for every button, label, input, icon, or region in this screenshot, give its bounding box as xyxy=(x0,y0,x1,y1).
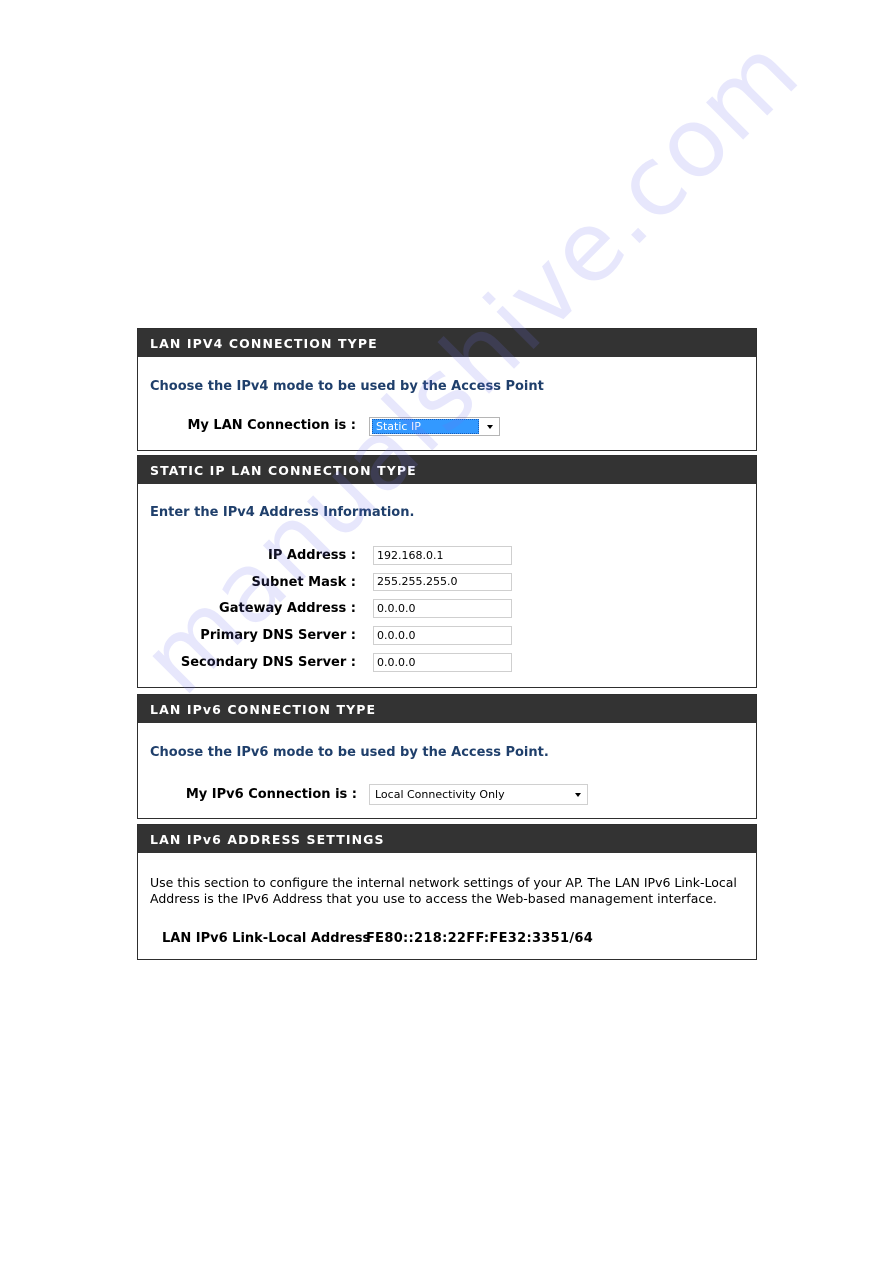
ipv6-address-description: Use this section to configure the intern… xyxy=(150,875,737,906)
ipv6-connection-selected-value: Local Connectivity Only xyxy=(375,788,505,801)
link-local-address-value: FE80::218:22FF:FE32:3351/64 xyxy=(366,931,594,946)
secondary-dns-input[interactable]: 0.0.0.0 xyxy=(373,653,512,672)
ipv4-connection-subtitle: Choose the IPv4 mode to be used by the A… xyxy=(150,379,544,394)
static-ip-panel: STATIC IP LAN CONNECTION TYPE Enter the … xyxy=(137,455,757,688)
primary-dns-label: Primary DNS Server : xyxy=(200,628,356,643)
chevron-down-icon[interactable] xyxy=(487,425,493,429)
ipv6-connection-header: LAN IPv6 CONNECTION TYPE xyxy=(138,695,756,723)
ipv4-connection-header: LAN IPV4 CONNECTION TYPE xyxy=(138,329,756,357)
ipv6-connection-panel: LAN IPv6 CONNECTION TYPE Choose the IPv6… xyxy=(137,694,757,819)
ipv6-connection-label: My IPv6 Connection is : xyxy=(185,787,357,802)
ipv6-address-header: LAN IPv6 ADDRESS SETTINGS xyxy=(138,825,756,853)
lan-connection-selected-value: Static IP xyxy=(372,419,479,434)
secondary-dns-label: Secondary DNS Server : xyxy=(180,655,356,670)
ip-address-label: IP Address : xyxy=(268,548,356,563)
static-ip-subtitle: Enter the IPv4 Address Information. xyxy=(150,505,415,520)
primary-dns-input[interactable]: 0.0.0.0 xyxy=(373,626,512,645)
link-local-address-label: LAN IPv6 Link-Local Address : xyxy=(162,931,380,946)
gateway-address-input[interactable]: 0.0.0.0 xyxy=(373,599,512,618)
chevron-down-icon[interactable] xyxy=(575,793,581,797)
ipv6-address-panel: LAN IPv6 ADDRESS SETTINGS Use this secti… xyxy=(137,824,757,960)
ipv6-connection-subtitle: Choose the IPv6 mode to be used by the A… xyxy=(150,745,549,760)
static-ip-header: STATIC IP LAN CONNECTION TYPE xyxy=(138,456,756,484)
subnet-mask-input[interactable]: 255.255.255.0 xyxy=(373,573,512,591)
ip-address-input[interactable]: 192.168.0.1 xyxy=(373,546,512,565)
gateway-address-label: Gateway Address : xyxy=(219,601,356,616)
ipv6-connection-select[interactable]: Local Connectivity Only xyxy=(369,784,588,805)
subnet-mask-label: Subnet Mask : xyxy=(251,575,356,590)
lan-connection-select[interactable]: Static IP xyxy=(369,417,500,436)
ipv4-connection-panel: LAN IPV4 CONNECTION TYPE Choose the IPv4… xyxy=(137,328,757,451)
lan-connection-label: My LAN Connection is : xyxy=(187,418,357,433)
